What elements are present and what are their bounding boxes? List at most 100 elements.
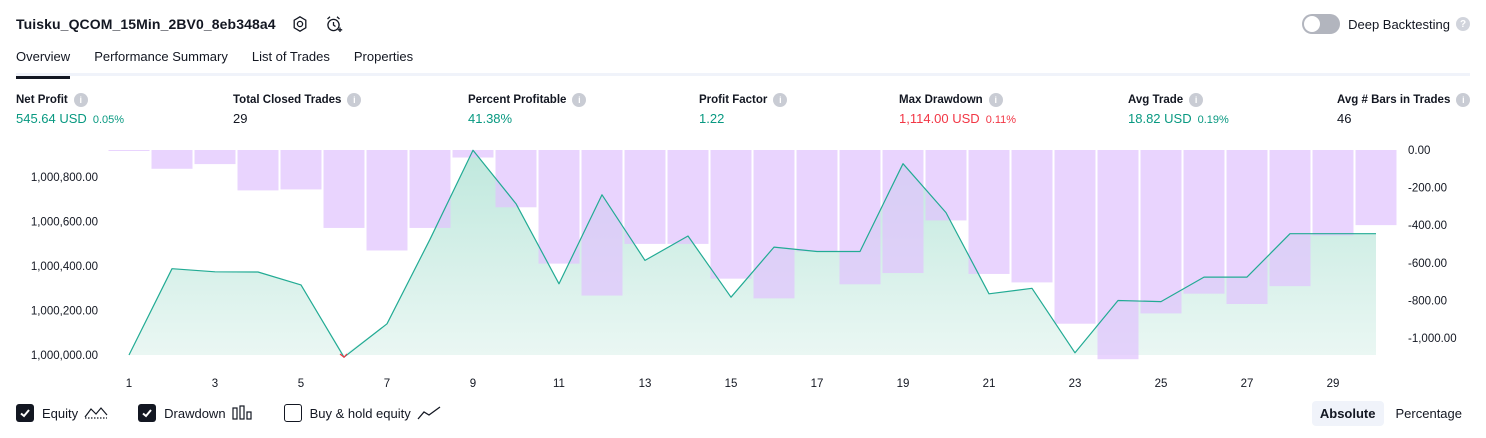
left-axis-label: 1,000,800.00 <box>31 172 98 184</box>
x-axis-label: 23 <box>1069 378 1082 390</box>
x-axis-label: 19 <box>897 378 910 390</box>
tab-overview[interactable]: Overview <box>16 44 71 79</box>
metric-label: Avg # Bars in Trades <box>1337 94 1451 106</box>
deep-backtesting-control: Deep Backtesting ? <box>1302 12 1470 36</box>
drawdown-bar <box>237 150 279 191</box>
right-axis-label: -400.00 <box>1408 220 1447 232</box>
left-axis-label: 1,000,000.00 <box>31 350 98 362</box>
buy-hold-line-icon <box>417 405 441 421</box>
tab-list-of-trades[interactable]: List of Trades <box>252 44 330 76</box>
right-axis-label: -600.00 <box>1408 258 1447 270</box>
drawdown-bar <box>1269 150 1311 287</box>
x-axis-label: 11 <box>553 378 565 390</box>
report-tabs: Overview Performance Summary List of Tra… <box>16 44 1470 79</box>
drawdown-bars-icon <box>231 405 254 421</box>
tab-properties[interactable]: Properties <box>354 44 413 76</box>
legend-buy-hold[interactable]: Buy & hold equity <box>283 404 441 422</box>
metric-value: 1,114.00 USD <box>899 111 980 126</box>
drawdown-bar <box>839 150 881 285</box>
deep-backtesting-label: Deep Backtesting <box>1348 16 1450 32</box>
drawdown-bar <box>280 150 322 190</box>
drawdown-checkbox[interactable] <box>138 404 157 422</box>
metric-value: 1.22 <box>699 111 725 126</box>
toggle-knob <box>1304 16 1321 32</box>
metric-value: 41.38% <box>468 111 513 126</box>
drawdown-bar <box>882 150 924 274</box>
metric-avg-trade: Avg Trade i 18.82 USD 0.19% <box>1128 93 1229 126</box>
metric-label: Total Closed Trades <box>233 94 342 106</box>
x-axis-label: 1 <box>126 378 132 390</box>
equity-drawdown-chart[interactable]: 1,000,000.00 1,000,200.00 1,000,400.00 1,00… <box>0 140 1486 396</box>
x-axis-label: 3 <box>212 378 218 390</box>
left-axis-label: 1,000,200.00 <box>31 306 98 318</box>
metric-label: Percent Profitable <box>468 94 567 106</box>
metric-value: 18.82 USD <box>1128 111 1192 126</box>
tab-performance-summary[interactable]: Performance Summary <box>94 44 228 76</box>
buy-hold-checkbox[interactable] <box>283 404 302 422</box>
x-axis-label: 13 <box>639 378 652 390</box>
metric-percent: 0.19% <box>1197 114 1229 126</box>
drawdown-bar <box>1140 150 1182 314</box>
drawdown-bar <box>667 150 709 244</box>
x-axis-label: 17 <box>811 378 824 390</box>
right-axis-label: -800.00 <box>1408 295 1447 307</box>
metric-percent: 0.05% <box>92 114 125 126</box>
legend-drawdown[interactable]: Drawdown <box>138 404 253 422</box>
chart-legend: Equity Drawdown Buy & hold equity <box>16 404 471 422</box>
right-axis-label: -200.00 <box>1408 183 1447 195</box>
info-icon[interactable]: i <box>1189 93 1204 107</box>
deep-backtesting-toggle[interactable] <box>1302 14 1341 34</box>
scale-mode-switch: Absolute Percentage <box>1308 401 1470 426</box>
drawdown-bar <box>1097 150 1139 360</box>
metric-value: 545.64 USD <box>16 111 87 126</box>
drawdown-bar <box>495 150 537 208</box>
metric-value: 29 <box>233 111 248 126</box>
x-axis-label: 9 <box>470 378 476 390</box>
left-axis-label: 1,000,600.00 <box>31 217 98 229</box>
drawdown-bar <box>409 150 451 228</box>
x-axis-label: 21 <box>983 378 996 390</box>
drawdown-bar <box>1183 150 1225 294</box>
drawdown-bar <box>624 150 666 244</box>
metric-label: Max Drawdown <box>899 94 983 106</box>
info-icon[interactable]: i <box>572 93 587 107</box>
metric-net-profit: Net Profit i 545.64 USD 0.05% <box>16 93 124 126</box>
alarm-clock-plus-icon[interactable] <box>324 14 344 34</box>
drawdown-bar <box>1011 150 1053 283</box>
percentage-button[interactable]: Percentage <box>1388 401 1471 426</box>
x-axis-label: 29 <box>1327 378 1340 390</box>
info-icon[interactable]: i <box>988 93 1003 107</box>
metric-avg-bars-in-trades: Avg # Bars in Trades i 46 <box>1337 93 1471 126</box>
info-icon[interactable]: i <box>773 93 788 107</box>
strategy-title: Tuisku_QCOM_15Min_2BV0_8eb348a4 <box>16 16 276 32</box>
gear-icon[interactable] <box>290 14 310 34</box>
left-axis-label: 1,000,400.00 <box>31 261 98 273</box>
drawdown-bar <box>151 150 193 169</box>
info-icon[interactable]: i <box>347 93 362 107</box>
drawdown-bar <box>581 150 623 296</box>
strategy-header: Tuisku_QCOM_15Min_2BV0_8eb348a4 <box>16 12 344 36</box>
x-axis-label: 25 <box>1155 378 1168 390</box>
metric-label: Avg Trade <box>1128 94 1184 106</box>
drawdown-bar <box>1355 150 1397 226</box>
drawdown-bar <box>366 150 408 251</box>
drawdown-bar <box>1226 150 1268 304</box>
info-icon[interactable]: i <box>73 93 88 107</box>
x-axis-label: 27 <box>1241 378 1254 390</box>
info-icon[interactable]: i <box>1456 93 1471 107</box>
absolute-button[interactable]: Absolute <box>1311 401 1384 426</box>
metric-percent: 0.11% <box>985 114 1017 126</box>
drawdown-bar <box>796 150 838 252</box>
drawdown-bar <box>753 150 795 299</box>
drawdown-bar <box>925 150 967 221</box>
equity-line-icon <box>84 405 108 421</box>
drawdown-bar <box>538 150 580 264</box>
drawdown-bar <box>194 150 236 165</box>
help-icon[interactable]: ? <box>1456 17 1470 31</box>
equity-checkbox[interactable] <box>16 404 34 422</box>
x-axis-label: 15 <box>725 378 738 390</box>
legend-equity[interactable]: Equity <box>16 404 108 422</box>
metric-label: Net Profit <box>16 94 68 106</box>
drawdown-bar <box>710 150 752 279</box>
drawdown-bar <box>108 150 150 151</box>
